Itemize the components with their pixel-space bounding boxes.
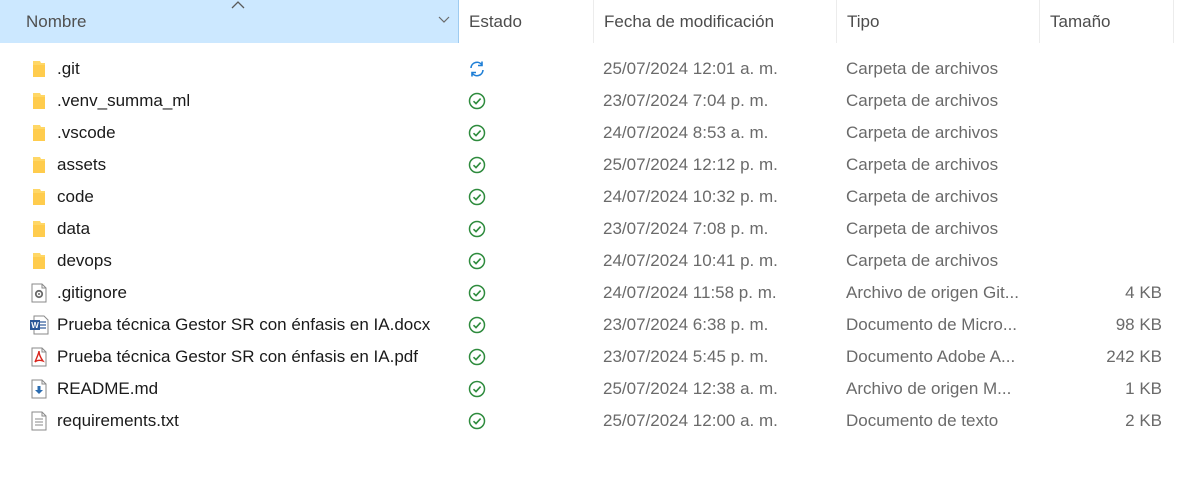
column-header-date-label: Fecha de modificación [604, 11, 775, 31]
file-modified-date: 25/07/2024 12:01 a. m. [603, 59, 778, 78]
file-name: assets [57, 155, 107, 174]
file-name: .venv_summa_ml [57, 91, 191, 110]
file-size: 1 KB [1125, 379, 1162, 398]
file-row[interactable]: W Prueba técnica Gestor SR con énfasis en… [0, 309, 1184, 341]
markdown-file-icon [28, 373, 50, 405]
file-row[interactable]: assets 25/07/2024 12:12 p. m. Carpeta de a… [0, 149, 1184, 181]
sync-icon [466, 53, 488, 85]
folder-icon [28, 53, 50, 85]
file-modified-date: 25/07/2024 12:38 a. m. [603, 379, 778, 398]
file-modified-date: 25/07/2024 12:12 p. m. [603, 155, 778, 174]
synced-icon [466, 309, 488, 341]
file-size [1040, 53, 1162, 85]
pdf-file-icon [28, 341, 50, 373]
file-type: Archivo de origen Git... [846, 283, 1019, 302]
file-row[interactable]: Prueba técnica Gestor SR con énfasis en … [0, 341, 1184, 373]
folder-icon [28, 245, 50, 277]
folder-icon [28, 213, 50, 245]
column-header-type[interactable]: Tipo [837, 0, 1040, 43]
file-name: code [57, 187, 94, 206]
file-row[interactable]: devops 24/07/2024 10:41 p. m. Carpeta de a… [0, 245, 1184, 277]
file-type: Carpeta de archivos [846, 123, 999, 142]
svg-text:W: W [31, 321, 39, 330]
column-header-row: Nombre Estado Fecha de modificación Tipo… [0, 0, 1184, 44]
synced-icon [466, 373, 488, 405]
synced-icon [466, 277, 488, 309]
file-modified-date: 23/07/2024 7:08 p. m. [603, 219, 769, 238]
file-row[interactable]: .vscode 24/07/2024 8:53 a. m. Carpeta de a… [0, 117, 1184, 149]
file-type: Carpeta de archivos [846, 251, 999, 270]
file-type: Carpeta de archivos [846, 219, 999, 238]
synced-icon [466, 117, 488, 149]
file-name: .git [57, 59, 80, 78]
file-size [1040, 149, 1162, 181]
chevron-down-icon[interactable] [438, 16, 450, 24]
file-row[interactable]: requirements.txt 25/07/2024 12:00 a. m. Do… [0, 405, 1184, 437]
file-type: Carpeta de archivos [846, 59, 999, 78]
file-name: .gitignore [57, 283, 127, 302]
synced-icon [466, 245, 488, 277]
file-size: 242 KB [1106, 347, 1162, 366]
file-size: 98 KB [1115, 315, 1162, 334]
file-size: 2 KB [1125, 411, 1162, 430]
text-file-icon [28, 405, 50, 437]
file-name: README.md [57, 379, 159, 398]
file-modified-date: 23/07/2024 7:04 p. m. [603, 91, 769, 110]
folder-icon [28, 85, 50, 117]
file-size: 4 KB [1125, 283, 1162, 302]
file-modified-date: 24/07/2024 8:53 a. m. [603, 123, 769, 142]
folder-icon [28, 181, 50, 213]
file-row[interactable]: data 23/07/2024 7:08 p. m. Carpeta de arch… [0, 213, 1184, 245]
file-type: Documento de texto [846, 411, 999, 430]
column-header-name-label: Nombre [26, 11, 87, 31]
file-row[interactable]: README.md 25/07/2024 12:38 a. m. Archivo d… [0, 373, 1184, 405]
synced-icon [466, 85, 488, 117]
column-header-type-label: Tipo [847, 11, 880, 31]
synced-icon [466, 341, 488, 373]
column-header-name[interactable]: Nombre [0, 0, 459, 43]
file-name: .vscode [57, 123, 116, 142]
file-modified-date: 23/07/2024 6:38 p. m. [603, 315, 769, 334]
file-name: Prueba técnica Gestor SR con énfasis en … [57, 315, 431, 334]
column-header-state[interactable]: Estado [459, 0, 594, 43]
file-size [1040, 85, 1162, 117]
file-size [1040, 213, 1162, 245]
sort-ascending-icon [231, 0, 245, 9]
file-modified-date: 25/07/2024 12:00 a. m. [603, 411, 778, 430]
file-type: Carpeta de archivos [846, 155, 999, 174]
file-name: data [57, 219, 91, 238]
file-row[interactable]: .venv_summa_ml 23/07/2024 7:04 p. m. Carpe… [0, 85, 1184, 117]
folder-icon [28, 149, 50, 181]
file-name: requirements.txt [57, 411, 179, 430]
word-file-icon: W [28, 309, 50, 341]
file-row[interactable]: .git 25/07/2024 12:01 a. m. Carpeta de arc… [0, 53, 1184, 85]
file-size [1040, 181, 1162, 213]
synced-icon [466, 405, 488, 437]
file-modified-date: 24/07/2024 10:41 p. m. [603, 251, 778, 270]
file-row[interactable]: .gitignore 24/07/2024 11:58 p. m. Archivo … [0, 277, 1184, 309]
column-header-state-label: Estado [469, 11, 522, 31]
gear-file-icon [28, 277, 50, 309]
file-name: Prueba técnica Gestor SR con énfasis en … [57, 347, 418, 366]
synced-icon [466, 181, 488, 213]
file-modified-date: 24/07/2024 11:58 p. m. [603, 283, 777, 302]
file-modified-date: 24/07/2024 10:32 p. m. [603, 187, 778, 206]
synced-icon [466, 213, 488, 245]
file-type: Carpeta de archivos [846, 91, 999, 110]
file-name: devops [57, 251, 112, 270]
file-type: Documento Adobe A... [846, 347, 1016, 366]
file-row[interactable]: code 24/07/2024 10:32 p. m. Carpeta de arc… [0, 181, 1184, 213]
file-size [1040, 245, 1162, 277]
column-header-size[interactable]: Tamaño [1040, 0, 1174, 43]
file-type: Carpeta de archivos [846, 187, 999, 206]
column-header-date[interactable]: Fecha de modificación [594, 0, 837, 43]
file-type: Archivo de origen M... [846, 379, 1012, 398]
folder-icon [28, 117, 50, 149]
file-modified-date: 23/07/2024 5:45 p. m. [603, 347, 769, 366]
column-header-size-label: Tamaño [1050, 11, 1111, 31]
file-size [1040, 117, 1162, 149]
file-type: Documento de Micro... [846, 315, 1018, 334]
synced-icon [466, 149, 488, 181]
